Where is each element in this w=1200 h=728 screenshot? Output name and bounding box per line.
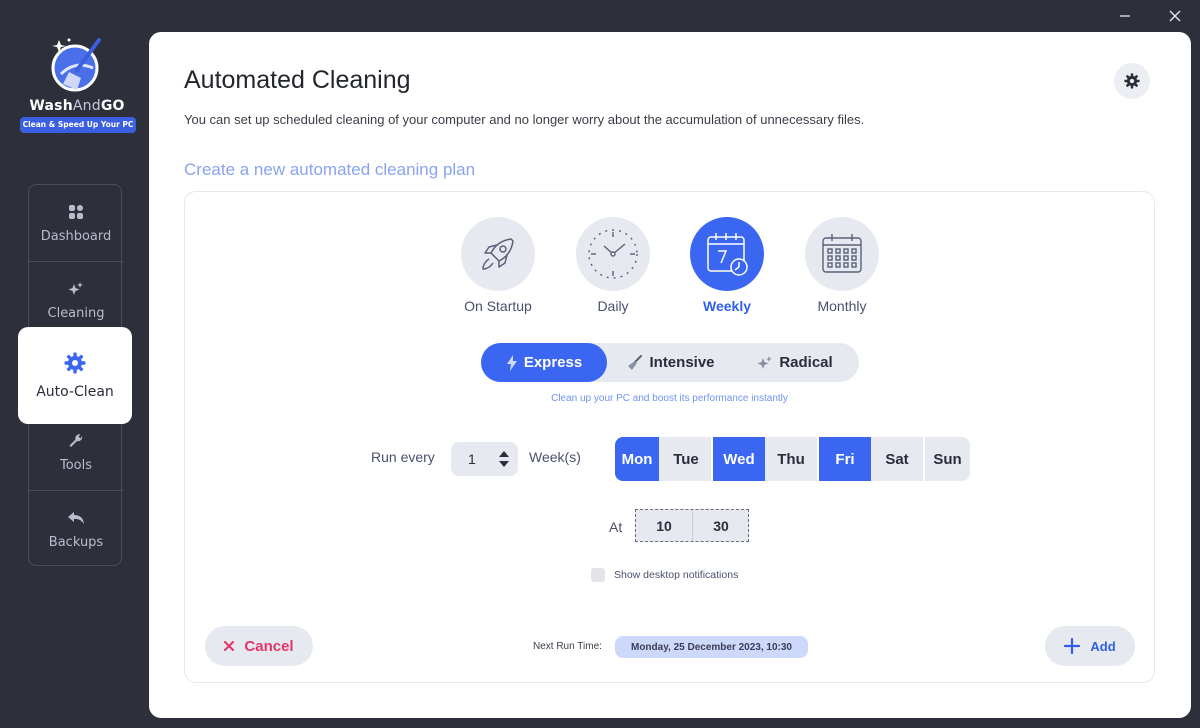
interval-unit-label: Week(s) xyxy=(529,449,581,465)
page-subtitle: You can set up scheduled cleaning of you… xyxy=(184,112,865,127)
mode-label: Intensive xyxy=(649,354,715,371)
brand-name: WashAndGO xyxy=(29,98,125,114)
frequency-circle xyxy=(805,217,879,291)
sidebar-item-label: Dashboard xyxy=(40,228,112,244)
cancel-label: Cancel xyxy=(244,637,294,655)
plus-icon xyxy=(1064,638,1081,654)
interval-value: 1 xyxy=(468,451,476,467)
sparkle-icon xyxy=(757,355,773,369)
cleaning-mode-selector: Express Intensive Radical xyxy=(481,343,859,382)
mode-intensive[interactable]: Intensive xyxy=(611,343,731,382)
main-panel: Automated Cleaning You can set up schedu… xyxy=(149,32,1191,718)
day-wed[interactable]: Wed xyxy=(713,437,765,481)
clock-icon xyxy=(588,229,638,279)
weekday-selector: Mon Tue Wed Thu Fri Sat Sun xyxy=(615,437,970,481)
close-icon xyxy=(1169,10,1181,22)
up-down-arrow-icon xyxy=(499,451,509,467)
brand-tagline: Clean & Speed Up Your PC xyxy=(20,117,136,133)
broom-globe-logo-icon xyxy=(51,38,101,92)
frequency-circle xyxy=(576,217,650,291)
mode-express[interactable]: Express xyxy=(481,343,607,382)
close-button[interactable] xyxy=(1163,6,1187,26)
at-label: At xyxy=(609,519,623,535)
notifications-toggle[interactable]: Show desktop notifications xyxy=(591,568,738,582)
day-mon[interactable]: Mon xyxy=(615,437,659,481)
calendar-7-icon xyxy=(707,233,748,276)
frequency-label: Weekly xyxy=(703,298,751,314)
sidebar-item-dashboard[interactable]: Dashboard xyxy=(29,185,123,261)
frequency-label: Daily xyxy=(597,298,629,314)
sparkle-icon xyxy=(67,280,85,298)
gear-icon xyxy=(1124,73,1140,89)
sidebar-item-label: Auto-Clean xyxy=(36,383,114,400)
settings-button[interactable] xyxy=(1114,63,1150,99)
day-tue[interactable]: Tue xyxy=(661,437,711,481)
add-label: Add xyxy=(1090,638,1116,654)
minimize-icon xyxy=(1120,15,1130,17)
dashboard-icon xyxy=(67,203,85,221)
notifications-label: Show desktop notifications xyxy=(614,569,739,581)
undo-arrow-icon xyxy=(67,509,85,527)
add-button[interactable]: Add xyxy=(1045,626,1135,666)
sidebar-item-label: Tools xyxy=(59,457,93,473)
day-sat[interactable]: Sat xyxy=(871,437,923,481)
hour-field[interactable]: 10 xyxy=(636,510,692,541)
frequency-label: Monthly xyxy=(817,298,867,314)
frequency-on-startup[interactable]: On Startup xyxy=(443,217,553,314)
time-picker: 10 30 xyxy=(635,509,749,542)
calendar-grid-icon xyxy=(822,234,862,273)
brand-logo: WashAndGO Clean & Speed Up Your PC xyxy=(18,34,136,134)
minimize-button[interactable] xyxy=(1113,6,1137,26)
close-icon xyxy=(224,641,235,651)
frequency-weekly[interactable]: Weekly xyxy=(672,217,782,314)
next-run-value: Monday, 25 December 2023, 10:30 xyxy=(615,636,808,658)
sidebar-item-label: Backups xyxy=(48,534,104,550)
page-title: Automated Cleaning xyxy=(184,66,411,94)
mode-radical[interactable]: Radical xyxy=(735,343,855,382)
cancel-button[interactable]: Cancel xyxy=(205,626,313,666)
sidebar-item-tools[interactable]: Tools xyxy=(29,414,123,490)
gear-icon xyxy=(64,352,86,374)
frequency-daily[interactable]: Daily xyxy=(558,217,668,314)
section-title: Create a new automated cleaning plan xyxy=(184,160,476,179)
wrench-icon xyxy=(67,432,85,450)
day-fri[interactable]: Fri xyxy=(819,437,871,481)
sidebar-item-backups[interactable]: Backups xyxy=(29,491,123,567)
frequency-circle xyxy=(461,217,535,291)
frequency-monthly[interactable]: Monthly xyxy=(787,217,897,314)
day-sun[interactable]: Sun xyxy=(925,437,970,481)
interval-stepper[interactable]: 1 xyxy=(451,442,518,476)
minute-field[interactable]: 30 xyxy=(693,510,749,541)
run-every-label: Run every xyxy=(371,449,435,465)
plan-card: On Startup Daily Weekly Monthly Express … xyxy=(184,191,1155,683)
frequency-label: On Startup xyxy=(464,298,532,314)
next-run-label: Next Run Time: xyxy=(533,641,602,652)
mode-hint: Clean up your PC and boost its performan… xyxy=(551,393,788,404)
frequency-circle xyxy=(690,217,764,291)
mode-label: Express xyxy=(523,354,583,371)
notifications-checkbox[interactable] xyxy=(591,568,605,582)
lightning-icon xyxy=(506,354,517,371)
rocket-icon xyxy=(482,238,514,270)
mode-label: Radical xyxy=(779,354,833,371)
day-thu[interactable]: Thu xyxy=(765,437,817,481)
sidebar-item-label: Cleaning xyxy=(47,305,105,321)
broom-icon xyxy=(628,354,643,370)
sidebar-item-auto-clean[interactable]: Auto-Clean xyxy=(18,327,132,424)
